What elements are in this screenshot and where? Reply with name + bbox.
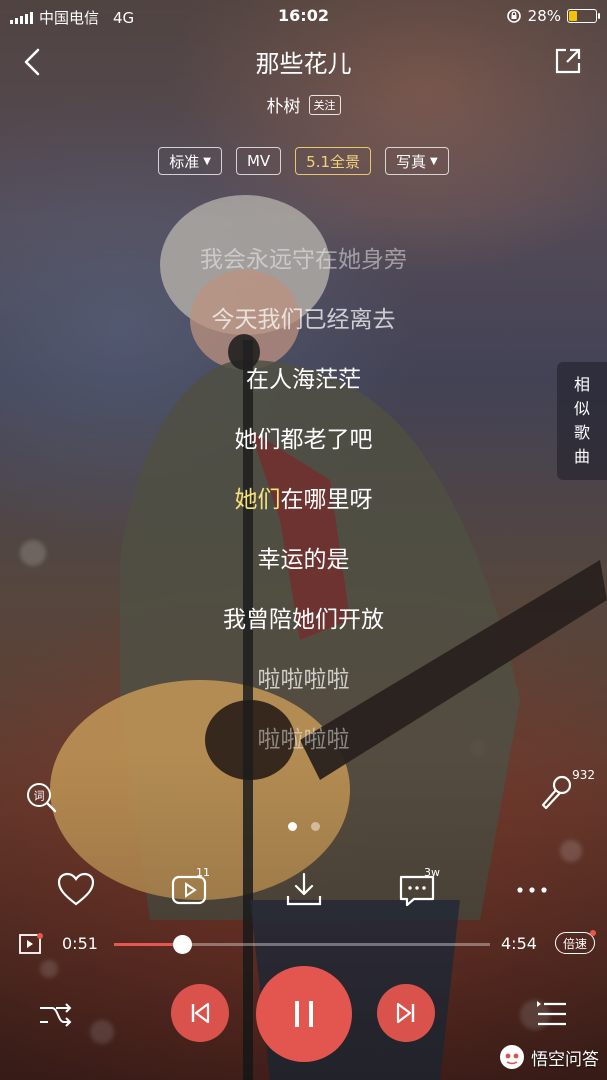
share-button[interactable]: [551, 44, 585, 78]
watermark-text: 悟空问答: [531, 1049, 599, 1070]
seek-track[interactable]: [114, 935, 490, 954]
similar-songs-tab[interactable]: 相 似 歌 曲: [557, 362, 607, 480]
quality-options: 标准 ▼ MV 5.1全景 写真 ▼: [0, 147, 607, 175]
battery-icon: [567, 9, 600, 23]
lyrics-search-icon[interactable]: 词: [24, 780, 58, 814]
seek-played: [114, 943, 182, 946]
svg-text:词: 词: [34, 790, 45, 803]
lyric-line: 我会永远守在她身旁: [200, 247, 407, 273]
song-title: 那些花儿: [255, 50, 352, 78]
watermark: 悟空问答: [499, 1044, 599, 1070]
lyric-line: 啦啦啦啦: [257, 727, 350, 753]
chevron-down-icon: ▼: [430, 155, 438, 167]
next-icon: [396, 1002, 415, 1024]
pause-button[interactable]: [256, 966, 352, 1062]
chevron-down-icon: ▼: [203, 155, 211, 167]
lyric-line: 我曾陪她们开放: [223, 607, 384, 633]
lyric-line: 幸运的是: [257, 547, 350, 573]
lyric-line: 在人海茫茫: [246, 367, 361, 393]
next-button[interactable]: [377, 984, 435, 1042]
karaoke-count: 932: [572, 768, 595, 782]
wukong-logo-icon: [500, 1045, 524, 1069]
video-count: 11: [196, 866, 210, 879]
page-dot: [310, 822, 320, 831]
mv-button[interactable]: MV: [235, 147, 282, 175]
current-time: 0:51: [62, 934, 98, 953]
karaoke-mic-icon[interactable]: [537, 772, 577, 812]
comment-button[interactable]: 3w: [396, 866, 440, 912]
speed-button[interactable]: 倍速: [555, 930, 596, 954]
total-time: 4:54: [501, 934, 537, 953]
battery-percent: 28%: [527, 7, 561, 25]
previous-button[interactable]: [171, 984, 229, 1042]
download-icon[interactable]: [282, 868, 326, 912]
lyric-line-current: 她们在哪里呀: [234, 487, 373, 513]
rotation-lock-icon: [506, 9, 521, 23]
video-button[interactable]: 11: [168, 866, 212, 912]
follow-button[interactable]: 关注: [308, 94, 341, 115]
comment-count: 3w: [424, 866, 440, 879]
artist-name[interactable]: 朴树: [267, 92, 301, 117]
lyric-line: 她们都老了吧: [234, 427, 373, 453]
seek-handle[interactable]: [172, 935, 192, 954]
more-icon[interactable]: [510, 868, 554, 912]
quality-select[interactable]: 标准 ▼: [158, 147, 222, 175]
progress-bar: 0:51 4:54 倍速: [0, 930, 607, 958]
page-indicator: [0, 822, 607, 831]
previous-icon: [191, 1002, 210, 1024]
playlist-icon[interactable]: [534, 996, 570, 1032]
lyric-line: 今天我们已经离去: [211, 307, 396, 333]
lyrics-panel[interactable]: 我会永远守在她身旁 今天我们已经离去 在人海茫茫 她们都老了吧 她们在哪里呀 幸…: [0, 180, 607, 820]
shuffle-icon[interactable]: [36, 996, 74, 1034]
page-dot: [287, 822, 297, 831]
like-heart-icon[interactable]: [54, 868, 98, 912]
surround-sound-button[interactable]: 5.1全景: [295, 147, 372, 175]
status-bar: 中国电信 4G 16:02 28%: [0, 0, 607, 32]
lyric-line: 啦啦啦啦: [257, 667, 350, 693]
mini-video-icon[interactable]: [18, 932, 44, 956]
photo-select[interactable]: 写真 ▼: [385, 147, 449, 175]
pause-icon: [295, 1001, 313, 1027]
